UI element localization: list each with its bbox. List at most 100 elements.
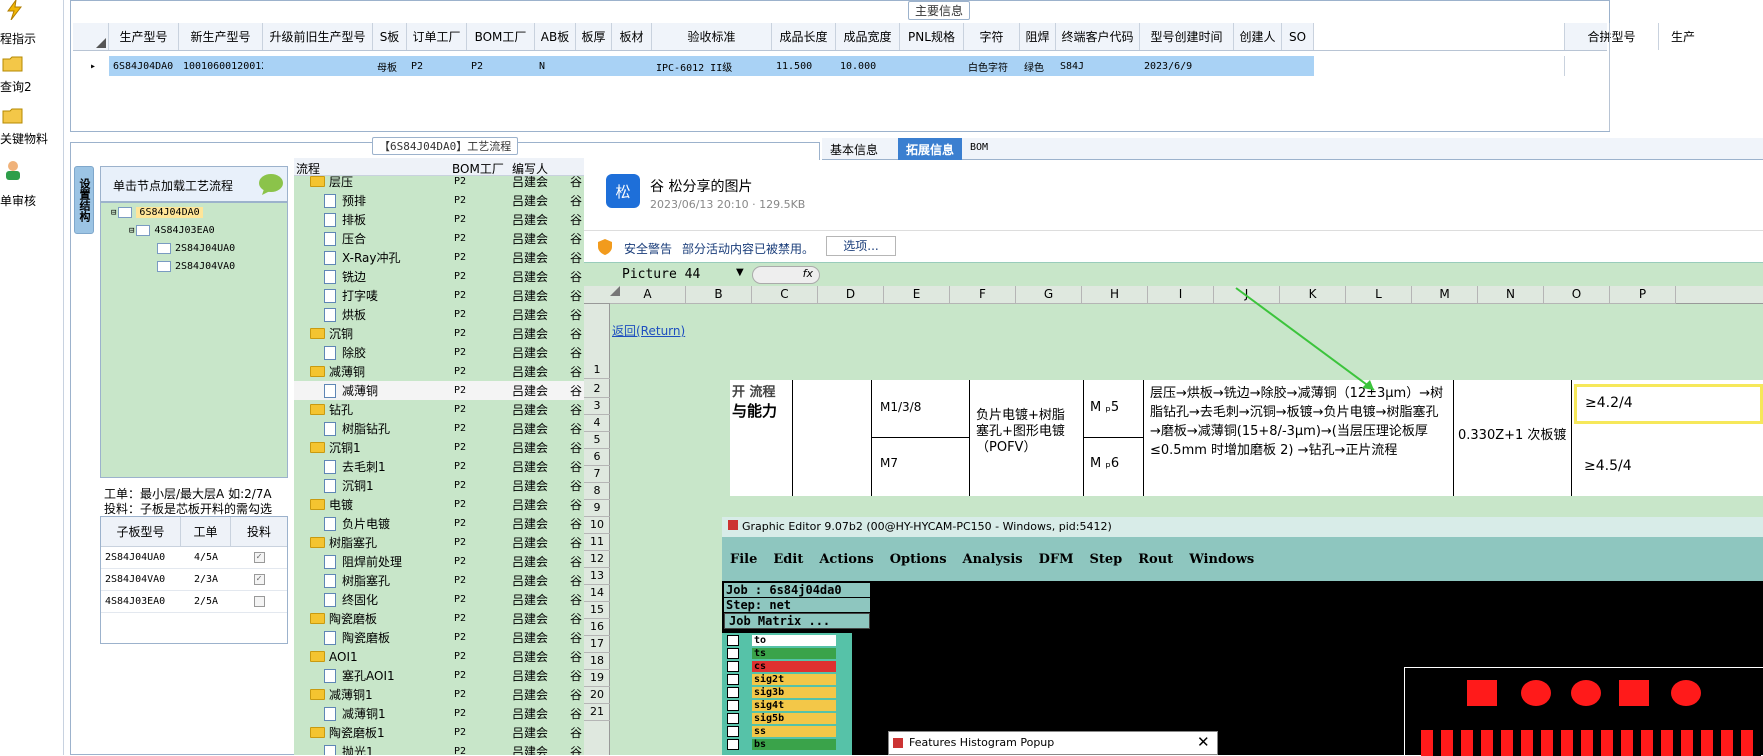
col-header[interactable]: 子板型号 [101, 517, 181, 546]
col-header[interactable]: 成品长度 [772, 23, 836, 50]
tab-extended-info[interactable]: 拓展信息 [898, 138, 963, 160]
flow-row[interactable]: 除胶 P2 吕建会 谷 [294, 343, 584, 362]
column-header[interactable]: N [1478, 286, 1544, 304]
flow-row[interactable]: 阻焊前处理 P2 吕建会 谷 [294, 552, 584, 571]
row-header[interactable]: 13 [584, 568, 610, 585]
flow-row[interactable]: 沉铜1 P2 吕建会 谷 [294, 438, 584, 457]
col-header[interactable]: 终端客户代码 [1056, 23, 1140, 50]
layer-item[interactable]: bs [752, 739, 836, 750]
feed-checkbox[interactable] [253, 596, 265, 607]
layer-item[interactable]: sig4t [752, 700, 836, 711]
col-header[interactable]: 创建人 [1234, 23, 1282, 50]
col-header[interactable]: 板厚 [576, 23, 612, 50]
row-header[interactable]: 3 [584, 398, 610, 415]
col-header[interactable]: 阻焊 [1020, 23, 1056, 50]
nav-item-key-material[interactable]: 关键物料 [0, 104, 64, 156]
row-header[interactable]: 8 [584, 483, 610, 500]
row-header[interactable]: 18 [584, 653, 610, 670]
column-header[interactable]: O [1544, 286, 1610, 304]
flow-row[interactable]: 钻孔 P2 吕建会 谷 [294, 400, 584, 419]
menu-item[interactable]: DFM [1039, 552, 1074, 567]
col-header[interactable]: 字符 [964, 23, 1020, 50]
flow-row[interactable]: 抛光1 P2 吕建会 谷 [294, 742, 584, 755]
job-matrix-button[interactable]: Job Matrix ... [724, 613, 870, 629]
col-header[interactable]: 流程 [296, 160, 320, 177]
column-header[interactable]: F [950, 286, 1016, 304]
row-header[interactable]: 20 [584, 687, 610, 704]
flow-row[interactable]: 减薄铜 P2 吕建会 谷 [294, 362, 584, 381]
options-button[interactable]: 选项... [826, 236, 896, 256]
row-header[interactable]: 7 [584, 466, 610, 483]
flow-row[interactable]: 树脂塞孔 P2 吕建会 谷 [294, 533, 584, 552]
flow-row[interactable]: 层压 P2 吕建会 谷 [294, 176, 584, 191]
flow-row[interactable]: 沉铜1 P2 吕建会 谷 [294, 476, 584, 495]
layer-checkbox[interactable] [727, 700, 739, 711]
layer-item[interactable]: sig5b [752, 713, 836, 724]
col-header[interactable]: S板 [373, 23, 407, 50]
flow-row[interactable]: 树脂钻孔 P2 吕建会 谷 [294, 419, 584, 438]
row-header[interactable]: 12 [584, 551, 610, 568]
col-header[interactable]: 工单 [181, 517, 231, 546]
row-header[interactable]: 21 [584, 704, 610, 721]
feed-checkbox[interactable]: ✓ [253, 552, 265, 563]
tree-node[interactable]: ⊟ 4S84J03EA0 [129, 225, 215, 236]
table-row[interactable]: ▸ 6S84J04DA0 10010600120012 母板 P2 P2 N I… [73, 56, 1707, 76]
tab-basic-info[interactable]: 基本信息 [830, 141, 878, 158]
row-header[interactable]: 19 [584, 670, 610, 687]
tree-expander[interactable]: ⊟ [129, 226, 134, 236]
layer-checkbox[interactable] [727, 648, 739, 659]
menu-item[interactable]: File [730, 552, 757, 567]
col-header[interactable]: SO [1282, 23, 1314, 50]
col-header[interactable]: 新生产型号 [179, 23, 263, 50]
return-link[interactable]: 返回(Return) [612, 322, 685, 339]
col-header[interactable]: 编写人 [512, 160, 548, 177]
tree-node[interactable]: 2S84J04UA0 [157, 243, 235, 254]
layer-item[interactable]: sig2t [752, 674, 836, 685]
features-histogram-popup[interactable]: Features Histogram Popup ✕ [888, 731, 1218, 755]
flow-row[interactable]: 铣边 P2 吕建会 谷 [294, 267, 584, 286]
flow-row[interactable]: 减薄铜 P2 吕建会 谷 [294, 381, 584, 400]
col-header[interactable]: 生产型号 [109, 23, 179, 50]
column-header[interactable]: H [1082, 286, 1148, 304]
row-header[interactable]: 10 [584, 517, 610, 534]
layer-item[interactable]: ts [752, 648, 836, 659]
table-row[interactable]: 2S84J04UA0 4/5A ✓ [101, 547, 287, 569]
column-header[interactable]: E [884, 286, 950, 304]
row-header[interactable]: 14 [584, 585, 610, 602]
flow-row[interactable]: X-Ray冲孔 P2 吕建会 谷 [294, 248, 584, 267]
menu-item[interactable]: Options [890, 552, 947, 567]
flow-row[interactable]: 减薄铜1 P2 吕建会 谷 [294, 704, 584, 723]
col-header[interactable]: 验收标准 [652, 23, 772, 50]
row-header[interactable]: 5 [584, 432, 610, 449]
col-header[interactable]: AB板 [535, 23, 576, 50]
layer-checkbox[interactable] [727, 635, 739, 646]
menu-item[interactable]: Edit [773, 552, 803, 567]
layer-checkbox[interactable] [727, 739, 739, 750]
flow-row[interactable]: 负片电镀 P2 吕建会 谷 [294, 514, 584, 533]
layer-checkbox[interactable] [727, 713, 739, 724]
tree-node[interactable]: 2S84J04VA0 [157, 261, 235, 272]
col-header[interactable]: 升级前旧生产型号 [263, 23, 373, 50]
table-row[interactable]: 2S84J04VA0 2/3A ✓ [101, 569, 287, 591]
row-header[interactable]: 11 [584, 534, 610, 551]
select-all-corner[interactable] [610, 286, 620, 296]
menu-item[interactable]: Windows [1189, 552, 1254, 567]
column-header[interactable]: M [1412, 286, 1478, 304]
flow-row[interactable]: AOI1 P2 吕建会 谷 [294, 647, 584, 666]
layer-item[interactable]: cs [752, 661, 836, 672]
feed-checkbox[interactable]: ✓ [253, 574, 265, 585]
row-header[interactable]: 1 [584, 362, 610, 379]
col-header[interactable]: 投料 [231, 517, 287, 546]
menu-item[interactable]: Actions [819, 552, 873, 567]
col-header-prod[interactable]: 生产 [1659, 23, 1707, 50]
col-header[interactable]: BOM工厂 [452, 160, 504, 177]
row-header[interactable]: 16 [584, 619, 610, 636]
column-header[interactable]: P [1610, 286, 1676, 304]
nav-item-review[interactable]: 单审核 [0, 158, 64, 210]
col-header[interactable]: 型号创建时间 [1140, 23, 1234, 50]
chevron-down-icon[interactable]: ▼ [736, 267, 744, 278]
flow-row[interactable]: 终固化 P2 吕建会 谷 [294, 590, 584, 609]
col-header-merge-model[interactable]: 合拼型号 [1564, 23, 1659, 50]
layer-item[interactable]: ss [752, 726, 836, 737]
fx-button[interactable]: fx [752, 266, 820, 284]
